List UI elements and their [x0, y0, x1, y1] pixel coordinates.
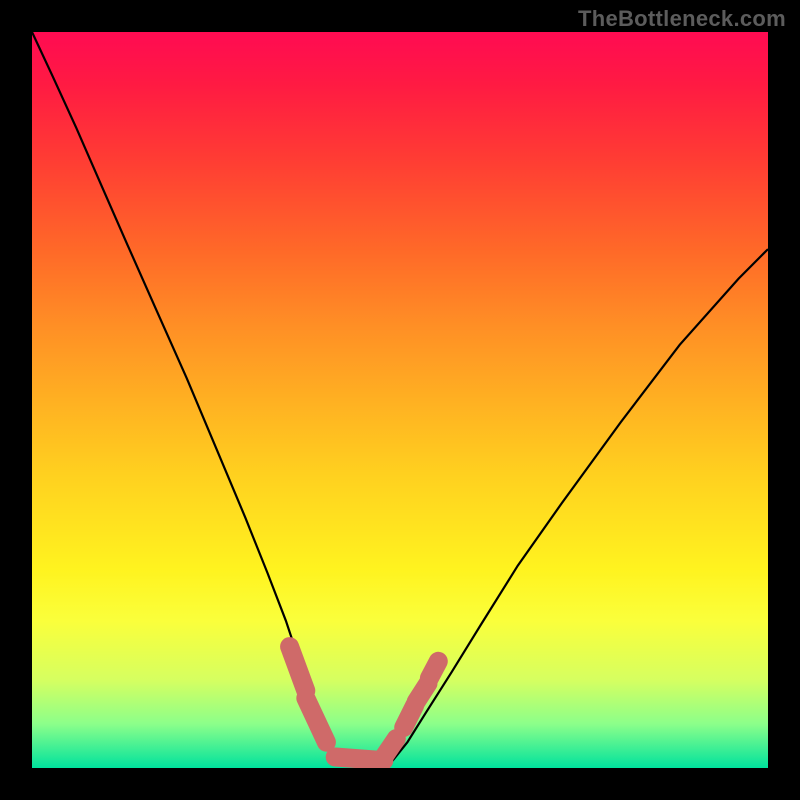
watermark-text: TheBottleneck.com	[578, 6, 786, 32]
marker-left	[290, 647, 306, 691]
curve-path	[32, 32, 768, 768]
marker-group	[290, 647, 439, 761]
bottleneck-curve	[32, 32, 768, 768]
marker-bottom-l	[306, 698, 327, 742]
plot-area	[32, 32, 768, 768]
marker-right-3	[429, 661, 438, 678]
marker-bottom-r	[384, 739, 397, 757]
chart-stage: TheBottleneck.com	[0, 0, 800, 800]
chart-svg	[32, 32, 768, 768]
